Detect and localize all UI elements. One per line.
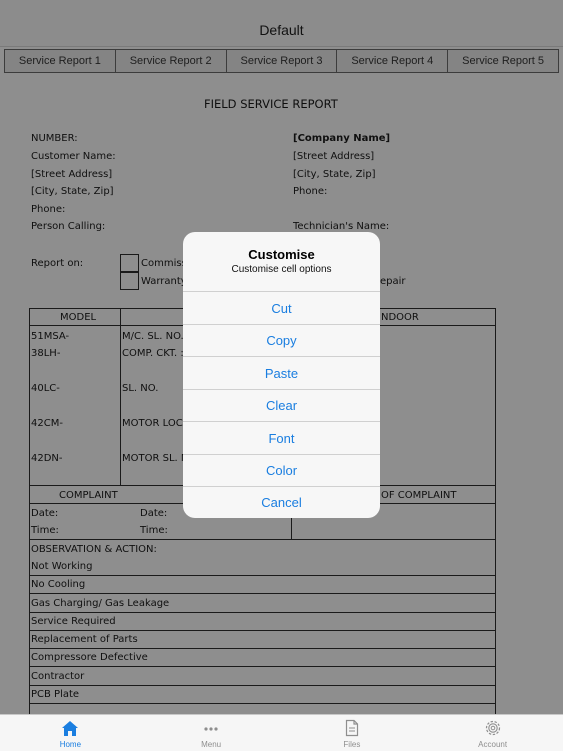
observation-row[interactable]: Not Working xyxy=(31,561,92,572)
report-title: FIELD SERVICE REPORT xyxy=(204,97,338,111)
technician-name[interactable]: Technician's Name: xyxy=(293,221,389,232)
date-cell[interactable]: Date: xyxy=(140,508,167,519)
option-warranty: Warranty xyxy=(141,276,187,287)
time-cell[interactable]: Time: xyxy=(31,525,59,536)
field-city-state-zip[interactable]: [City, State, Zip] xyxy=(31,186,114,197)
tabbar-account-label: Account xyxy=(478,740,508,749)
table-line xyxy=(29,666,496,667)
cancel-button[interactable]: Cancel xyxy=(183,486,380,518)
observation-row[interactable]: Gas Charging/ Gas Leakage xyxy=(31,598,169,609)
table-line xyxy=(29,308,30,714)
model-cell[interactable]: 42CM- xyxy=(31,418,63,429)
model-cell[interactable]: 38LH- xyxy=(31,348,60,359)
observation-header: OBSERVATION & ACTION: xyxy=(31,544,157,555)
field-person-calling[interactable]: Person Calling: xyxy=(31,221,105,232)
gear-icon xyxy=(485,720,500,736)
table-line xyxy=(29,539,496,540)
tabbar-home[interactable]: Home xyxy=(0,715,141,751)
company-name[interactable]: [Company Name] xyxy=(293,133,390,144)
table-line xyxy=(29,612,496,613)
dialog-title: Customise xyxy=(248,247,315,262)
field-street-address[interactable]: [Street Address] xyxy=(31,169,112,180)
model-header: MODEL xyxy=(60,312,97,323)
observation-row[interactable]: Compressore Defective xyxy=(31,652,148,663)
complaint-right-header: OF COMPLAINT xyxy=(381,490,457,501)
observation-row[interactable]: Service Required xyxy=(31,616,116,627)
observation-row[interactable]: Contractor xyxy=(31,671,84,682)
table-line xyxy=(29,575,496,576)
cut-button[interactable]: Cut xyxy=(183,291,380,324)
more-icon xyxy=(204,727,218,731)
time-cell[interactable]: Time: xyxy=(140,525,168,536)
customise-dialog: Customise Customise cell options Cut Cop… xyxy=(183,232,380,518)
field-number[interactable]: NUMBER: xyxy=(31,133,78,144)
indoor-header: NDOOR xyxy=(381,312,419,323)
tabbar-home-label: Home xyxy=(59,740,82,749)
date-cell[interactable]: Date: xyxy=(31,508,58,519)
observation-row[interactable]: Replacement of Parts xyxy=(31,634,138,645)
table-line xyxy=(29,703,496,704)
company-street[interactable]: [Street Address] xyxy=(293,151,374,162)
table-line xyxy=(29,630,496,631)
table-line xyxy=(29,648,496,649)
checkbox-warranty[interactable] xyxy=(120,272,139,290)
model-detail-cell[interactable]: COMP. CKT. : xyxy=(122,348,184,359)
bottom-tab-bar: Home Menu Files Account xyxy=(0,714,563,751)
dialog-message: Customise cell options xyxy=(231,264,332,275)
tabbar-account[interactable]: Account xyxy=(422,715,563,751)
clear-button[interactable]: Clear xyxy=(183,389,380,421)
tabbar-menu[interactable]: Menu xyxy=(141,715,282,751)
table-line xyxy=(120,308,121,485)
option-repair: epair xyxy=(380,276,406,287)
font-button[interactable]: Font xyxy=(183,421,380,454)
company-phone[interactable]: Phone: xyxy=(293,186,327,197)
report-on-label: Report on: xyxy=(31,258,84,269)
model-detail-cell[interactable]: M/C. SL. NO. xyxy=(122,331,184,342)
field-phone[interactable]: Phone: xyxy=(31,204,65,215)
model-detail-cell[interactable]: SL. NO. xyxy=(122,383,158,394)
tabbar-menu-label: Menu xyxy=(201,740,222,749)
checkbox-commissioning[interactable] xyxy=(120,254,139,272)
table-line xyxy=(29,685,496,686)
color-button[interactable]: Color xyxy=(183,454,380,486)
tabbar-files-label: Files xyxy=(343,740,361,749)
model-cell[interactable]: 40LC- xyxy=(31,383,60,394)
complaint-header: COMPLAINT xyxy=(59,490,118,501)
paste-button[interactable]: Paste xyxy=(183,356,380,389)
copy-button[interactable]: Copy xyxy=(183,324,380,356)
model-cell[interactable]: 42DN- xyxy=(31,453,63,464)
home-icon xyxy=(62,721,79,736)
company-city[interactable]: [City, State, Zip] xyxy=(293,169,376,180)
table-line xyxy=(495,308,496,714)
table-line xyxy=(29,593,496,594)
field-customer-name[interactable]: Customer Name: xyxy=(31,151,116,162)
model-cell[interactable]: 51MSA- xyxy=(31,331,69,342)
file-icon xyxy=(345,719,358,737)
tabbar-files[interactable]: Files xyxy=(282,715,423,751)
observation-row[interactable]: PCB Plate xyxy=(31,689,79,700)
observation-row[interactable]: No Cooling xyxy=(31,579,85,590)
